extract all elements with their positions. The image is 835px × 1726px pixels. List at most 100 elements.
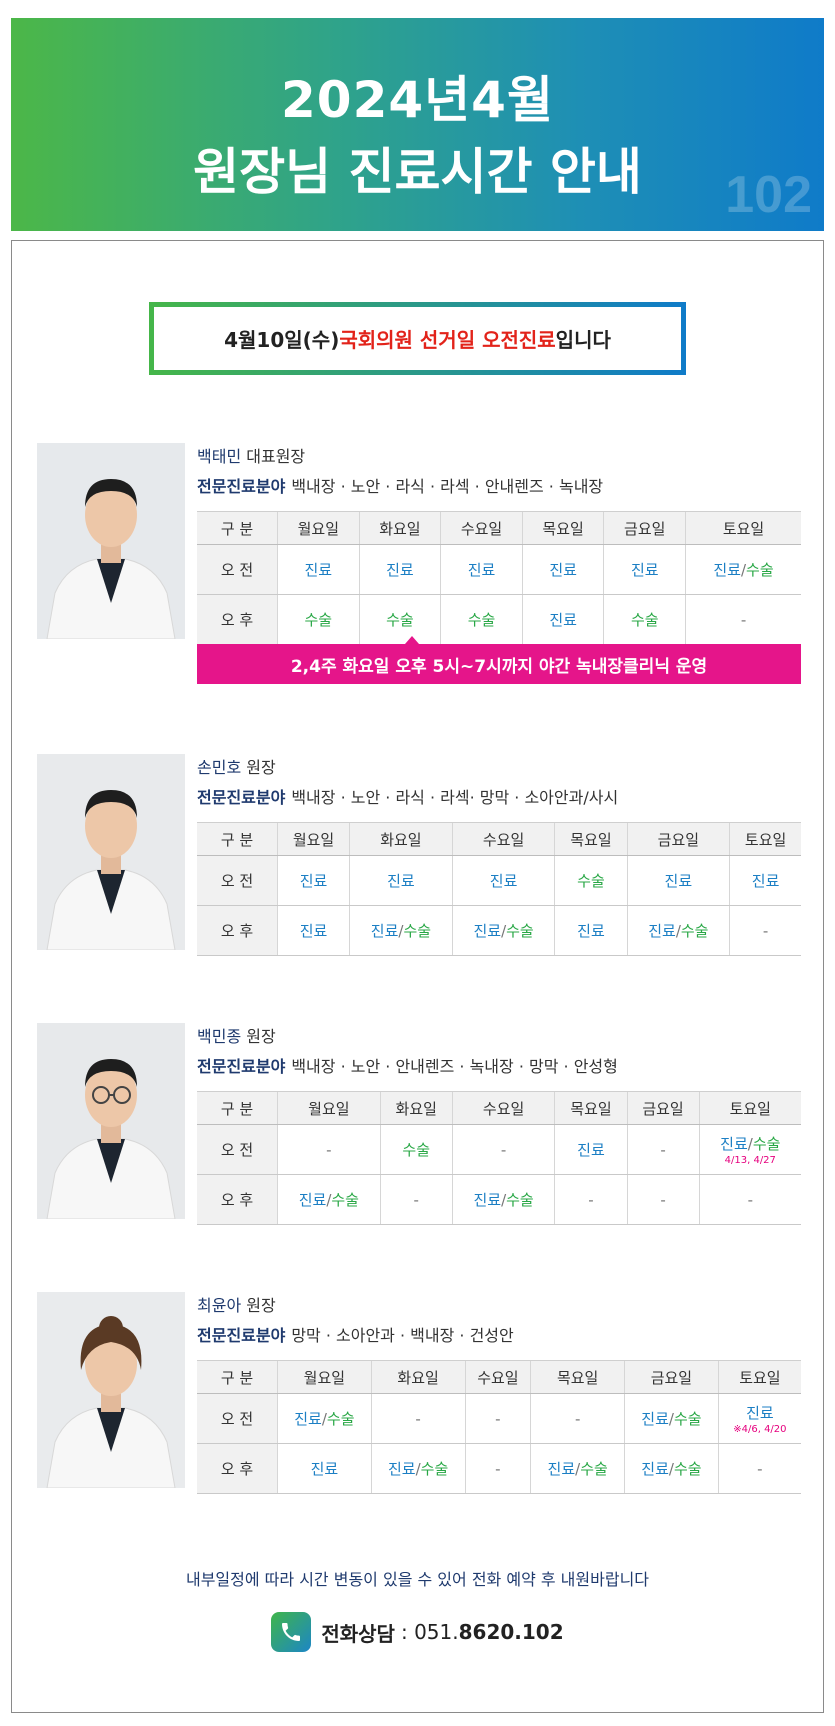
schedule-cell: 진료/수술 <box>349 905 453 956</box>
schedule-cell: - <box>530 1393 625 1444</box>
table-header-day: 목요일 <box>554 822 627 856</box>
footer-note: 내부일정에 따라 시간 변동이 있을 수 있어 전화 예약 후 내원바랍니다 <box>185 1570 650 1589</box>
schedule-cell: 진료 <box>729 855 801 906</box>
schedule-cell: 진료 <box>603 544 686 595</box>
table-row-pm: 오 후 진료 진료/수술 - 진료/수술 진료/수술 - <box>197 1443 801 1494</box>
schedule-cell: 진료 <box>276 905 350 956</box>
table-header-day: 목요일 <box>521 511 604 545</box>
table-row-am: 오 전 진료/수술 - - - 진료/수술 진료 ※4/6, 4/20 <box>197 1393 801 1444</box>
notice-highlight: 국회의원 선거일 오전진료 <box>339 328 556 352</box>
table-header-day: 화요일 <box>370 1360 465 1394</box>
schedule-cell: 수술 <box>358 594 441 645</box>
table-header-day: 화요일 <box>358 511 441 545</box>
doctor-name-line: 백민종 원장 <box>197 1027 276 1046</box>
table-header-label: 구 분 <box>197 822 278 856</box>
table-header-day: 월요일 <box>277 1091 381 1125</box>
schedule-cell: 진료 <box>276 855 350 906</box>
table-header-label: 구 분 <box>197 1360 278 1394</box>
notice-box: 4월10일(수) 국회의원 선거일 오전진료 입니다 <box>149 302 686 375</box>
banner-title-line1: 2024년4월 <box>281 71 554 129</box>
table-header-day: 목요일 <box>530 1360 625 1394</box>
table-header-day: 수요일 <box>440 511 523 545</box>
schedule-cell: - <box>379 1174 453 1225</box>
schedule-cell: - <box>698 1174 801 1225</box>
doctor-photo <box>37 1023 185 1219</box>
table-row-pm: 오 후 진료/수술 - 진료/수술 - - - <box>197 1174 801 1225</box>
table-header-day: 목요일 <box>554 1091 627 1125</box>
table-header-day: 월요일 <box>277 1360 372 1394</box>
table-header-day: 토요일 <box>698 1091 801 1125</box>
schedule-cell: 진료 <box>349 855 453 906</box>
schedule-cell: - <box>464 1443 531 1494</box>
schedule-cell: 진료/수술 <box>624 1443 719 1494</box>
schedule-cell: 진료 <box>554 1124 627 1175</box>
phone-consult[interactable]: 전화상담 : 051.8620.102 <box>0 1612 835 1652</box>
table-header-day: 화요일 <box>379 1091 453 1125</box>
schedule-cell: 진료/수술 <box>530 1443 625 1494</box>
doctor-photo <box>37 443 185 639</box>
doctor-specialty-line: 전문진료분야 백내장 · 노안 · 라식 · 라섹· 망막 · 소아안과/사시 <box>197 788 619 807</box>
notice-prefix: 4월10일(수) <box>224 328 340 352</box>
table-header-day: 수요일 <box>451 1091 555 1125</box>
schedule-cell: 진료/수술 <box>626 905 730 956</box>
table-header-day: 화요일 <box>349 822 453 856</box>
table-header-day: 토요일 <box>729 822 801 856</box>
schedule-cell: 진료 <box>626 855 730 906</box>
table-header-day: 금요일 <box>626 1091 700 1125</box>
table-row-pm: 오 후 진료 진료/수술 진료/수술 진료 진료/수술 - <box>197 905 801 956</box>
doctor-name-line: 백태민 대표원장 <box>197 447 306 466</box>
schedule-cell: 진료 <box>277 544 360 595</box>
schedule-cell: - <box>464 1393 531 1444</box>
schedule-cell: 진료 <box>277 1443 372 1494</box>
table-header-label: 구 분 <box>197 1091 278 1125</box>
schedule-cell: 진료 <box>358 544 441 595</box>
schedule-cell: - <box>451 1124 555 1175</box>
table-row-pm: 오 후 수술 수술 수술 진료 수술 - <box>197 594 801 645</box>
table-header-day: 수요일 <box>464 1360 531 1394</box>
schedule-cell: - <box>685 594 801 645</box>
schedule-cell: 수술 <box>554 855 627 906</box>
doctor-photo <box>37 1292 185 1488</box>
phone-label: 전화상담 <box>321 1621 395 1646</box>
schedule-table: 구 분 월요일 화요일 수요일 목요일 금요일 토요일 오 전 - 수술 - 진료 - 진료/수술 4/13… <box>197 1091 801 1225</box>
schedule-cell: 진료 <box>451 855 555 906</box>
table-row-am: 오 전 진료 진료 진료 수술 진료 진료 <box>197 855 801 906</box>
table-header-day: 금요일 <box>626 822 730 856</box>
schedule-cell: 진료/수술 4/13, 4/27 <box>698 1124 801 1175</box>
table-header-day: 금요일 <box>624 1360 719 1394</box>
schedule-cell: - <box>370 1393 465 1444</box>
night-clinic-banner: 2,4주 화요일 오후 5시~7시까지 야간 녹내장클리닉 운영 <box>197 636 801 684</box>
schedule-cell: 진료 <box>440 544 523 595</box>
schedule-cell: - <box>626 1174 700 1225</box>
schedule-cell: 진료 <box>554 905 627 956</box>
doctor-name-line: 손민호 원장 <box>197 758 276 777</box>
schedule-cell: 수술 <box>603 594 686 645</box>
schedule-cell: 진료 <box>521 594 604 645</box>
table-header-day: 토요일 <box>717 1360 801 1394</box>
schedule-table: 구 분 월요일 화요일 수요일 목요일 금요일 토요일 오 전 진료/수술 - - - 진료/수술 진료 ※… <box>197 1360 801 1494</box>
banner-title-line2: 원장님 진료시간 안내 <box>193 143 642 201</box>
notice-suffix: 입니다 <box>555 328 611 352</box>
table-row-am: 오 전 진료 진료 진료 진료 진료 진료/수술 <box>197 544 801 595</box>
schedule-cell: 진료/수술 <box>370 1443 465 1494</box>
doctor-photo <box>37 754 185 950</box>
schedule-cell: 진료/수술 <box>277 1174 381 1225</box>
table-header-day: 토요일 <box>685 511 801 545</box>
schedule-cell: - <box>277 1124 381 1175</box>
schedule-table: 구 분 월요일 화요일 수요일 목요일 금요일 토요일 오 전 진료 진료 진료 진료 진료 진료/수술 오… <box>197 511 801 645</box>
table-header-label: 구 분 <box>197 511 278 545</box>
schedule-cell: 진료/수술 <box>624 1393 719 1444</box>
table-row-am: 오 전 - 수술 - 진료 - 진료/수술 4/13, 4/27 <box>197 1124 801 1175</box>
doctor-name-line: 최윤아 원장 <box>197 1296 276 1315</box>
schedule-cell: 진료 <box>521 544 604 595</box>
doctor-specialty-line: 전문진료분야 망막 · 소아안과 · 백내장 · 건성안 <box>197 1326 514 1345</box>
header-banner: 2024년4월 원장님 진료시간 안내 102 <box>11 18 824 231</box>
table-header-day: 월요일 <box>277 511 360 545</box>
schedule-cell: 진료 ※4/6, 4/20 <box>717 1393 801 1444</box>
schedule-cell: 진료/수술 <box>685 544 801 595</box>
banner-watermark: 102 <box>725 166 812 224</box>
schedule-cell: - <box>554 1174 627 1225</box>
phone-number: : 051.8620.102 <box>400 1620 564 1644</box>
phone-icon <box>271 1612 312 1652</box>
schedule-cell: 수술 <box>440 594 523 645</box>
